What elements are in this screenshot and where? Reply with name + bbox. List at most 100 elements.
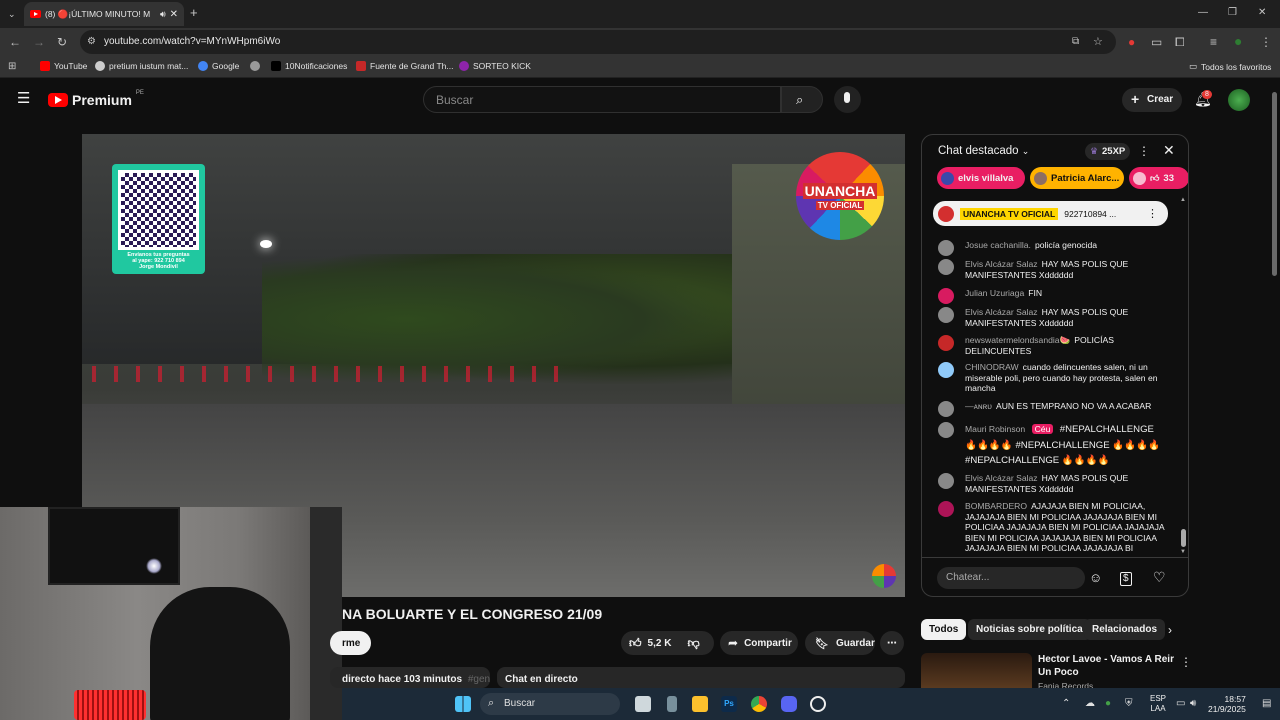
subscribe-button[interactable]: rme — [330, 631, 371, 655]
volume-icon[interactable]: 🔊︎ — [1190, 698, 1196, 709]
search-button[interactable]: ⌕ — [781, 86, 823, 113]
emoji-icon[interactable]: ☺ — [1089, 571, 1102, 584]
super-chat-ticker[interactable]: elvis villalva — [937, 167, 1025, 189]
app-icon[interactable] — [667, 696, 677, 712]
app-circle-icon[interactable] — [810, 696, 826, 712]
forward-icon[interactable]: → — [33, 36, 45, 48]
search-input[interactable]: Buscar — [423, 86, 781, 113]
super-chat-icon[interactable]: $ — [1120, 572, 1132, 586]
extension-card-icon[interactable]: ▭ — [1151, 36, 1162, 48]
create-button[interactable]: + Crear — [1122, 88, 1182, 112]
new-tab-icon[interactable]: + — [190, 6, 198, 19]
avatar — [938, 501, 954, 517]
task-view-icon[interactable] — [635, 696, 651, 712]
speaker-icon[interactable]: 🔊︎ — [160, 9, 166, 20]
extension-red-icon[interactable]: ● — [1128, 36, 1135, 48]
security-icon[interactable]: ⛨ — [1125, 698, 1133, 709]
super-chat-ticker[interactable]: 👍︎ 33 — [1129, 167, 1188, 189]
chat-message: Josue cachanilla. policía genocida — [938, 240, 1166, 256]
bookmark-pretium[interactable]: pretium iustum mat... — [95, 61, 188, 71]
chat-message: newswatermelondsandia🍉 POLICÍAS DELINCUEN… — [938, 335, 1166, 356]
site-info-icon[interactable]: ⚙︎ — [87, 36, 96, 48]
chat-message: CHINODRAW cuando delincuentes salen, ni u… — [938, 362, 1166, 394]
back-icon[interactable]: ← — [9, 36, 21, 48]
hashtag[interactable]: #gen — [468, 674, 490, 685]
bookmark-youtube[interactable]: YouTube — [40, 61, 87, 71]
plus-icon: + — [1131, 91, 1140, 107]
page-scrollbar[interactable] — [1272, 92, 1277, 276]
voice-search-button[interactable] — [834, 86, 861, 113]
extensions-puzzle-icon[interactable]: ⧠ — [1175, 36, 1185, 48]
bookmark-10notificaciones[interactable]: 10Notificaciones — [271, 61, 347, 71]
chrome-icon[interactable] — [751, 696, 767, 712]
discord-icon[interactable] — [781, 696, 797, 712]
bookmark-star-icon[interactable]: ☆ — [1093, 36, 1103, 48]
cast-icon[interactable]: ⧉ — [1072, 36, 1079, 48]
chip-relacionados[interactable]: Relacionados — [1084, 619, 1166, 640]
chip-todos[interactable]: Todos — [921, 619, 967, 640]
chevron-right-icon[interactable]: › — [1168, 624, 1172, 636]
bookmark-globe[interactable] — [250, 61, 260, 71]
live-chat-replay-box[interactable]: Chat en directo — [497, 667, 905, 688]
profile-avatar-icon[interactable]: ● — [1234, 34, 1242, 48]
chat-menu-icon[interactable]: ⋮ — [1138, 145, 1150, 157]
related-menu-icon[interactable]: ⋮ — [1180, 656, 1192, 668]
chip-noticias[interactable]: Noticias sobre política — [968, 619, 1091, 640]
photoshop-icon[interactable]: Ps — [721, 696, 737, 712]
address-bar[interactable]: ⚙︎ youtube.com/watch?v=MYnWHpm6iWo ⧉ ☆ — [80, 30, 1116, 54]
scroll-up-icon[interactable]: ▲ — [1180, 197, 1186, 203]
apps-grid-icon[interactable]: ⊞ — [8, 61, 16, 73]
restore-icon[interactable]: ❐ — [1228, 7, 1237, 19]
notification-center-icon[interactable]: ▤ — [1262, 698, 1271, 709]
chat-close-icon[interactable]: ✕ — [1163, 143, 1175, 157]
related-video-title[interactable]: Hector Lavoe - Vamos A Reir Un Poco — [1038, 653, 1176, 679]
chat-mode-dropdown[interactable]: Chat destacado ⌄ — [938, 145, 1029, 157]
clock[interactable]: 18:57 21/9/2025 — [1208, 694, 1246, 714]
xp-badge[interactable]: ♛ 25XP — [1085, 143, 1130, 160]
bookmark-sorteo-kick[interactable]: SORTEO KICK — [459, 61, 531, 71]
reload-icon[interactable]: ↻ — [57, 36, 67, 48]
onedrive-icon[interactable]: ☁︎ — [1085, 698, 1095, 709]
heart-icon[interactable]: ♡ — [1153, 570, 1166, 584]
globe-icon — [250, 61, 260, 71]
chevron-up-icon[interactable]: ⌃ — [1062, 698, 1070, 709]
like-button[interactable]: 👍︎ 5,2 K 👎︎ — [621, 631, 714, 655]
pinned-message[interactable]: UNANCHA TV OFICIAL 922710894 ... ⋮ — [933, 201, 1168, 226]
taskbar-search[interactable]: ⌕ Buscar — [480, 693, 620, 715]
xbox-icon[interactable]: ● — [1105, 698, 1111, 709]
bookmark-grand-theft[interactable]: Fuente de Grand Th... — [356, 61, 453, 71]
description-box[interactable]: directo hace 103 minutos #gen — [330, 667, 490, 688]
related-video-channel[interactable]: Fania Records — [1038, 681, 1093, 688]
browser-menu-icon[interactable]: ⋮ — [1260, 36, 1272, 48]
qr-code-icon — [118, 170, 199, 250]
chat-input[interactable]: Chatear... — [937, 567, 1085, 589]
save-button[interactable]: 🔖︎ Guardar — [805, 631, 875, 655]
dislike-icon[interactable]: 👎︎ — [687, 636, 699, 651]
tab-list-chevron-icon[interactable]: ⌄ — [8, 8, 16, 20]
minimize-icon[interactable]: — — [1198, 7, 1208, 19]
bookmark-google[interactable]: Google — [198, 61, 239, 71]
network-icon[interactable]: ▭ — [1176, 698, 1185, 709]
scroll-down-icon[interactable]: ▼ — [1180, 549, 1186, 555]
more-actions-button[interactable]: ⋯ — [880, 631, 904, 655]
avatar — [938, 288, 954, 304]
chat-scrollbar[interactable]: ▲ ▼ — [1180, 197, 1186, 555]
windows-start-icon[interactable] — [455, 696, 471, 712]
browser-tab[interactable]: (8) 🔴¡ÚLTIMO MINUTO! M 🔊︎ ✕ — [24, 2, 184, 26]
hamburger-menu-icon[interactable]: ☰ — [17, 91, 30, 106]
youtube-logo[interactable]: Premium PE — [48, 90, 144, 108]
bookmark-icon: 🔖︎ — [815, 637, 829, 650]
tab-close-icon[interactable]: ✕ — [170, 9, 178, 20]
language-indicator[interactable]: ESP LAA — [1150, 694, 1166, 714]
yape-qr-overlay: Envíanos tus preguntas al yape: 922 710 … — [112, 164, 205, 274]
all-bookmarks[interactable]: ▭ Todos los favoritos — [1189, 61, 1271, 72]
channel-watermark-icon[interactable] — [872, 564, 896, 588]
pinned-menu-icon[interactable]: ⋮ — [1147, 207, 1158, 220]
share-button[interactable]: ➦ Compartir — [720, 631, 798, 655]
file-explorer-icon[interactable] — [692, 696, 708, 712]
close-window-icon[interactable]: ✕ — [1258, 7, 1266, 19]
account-avatar[interactable] — [1228, 89, 1250, 111]
super-chat-ticker[interactable]: Patricia Alarc... — [1030, 167, 1124, 189]
reading-list-icon[interactable]: ≡ — [1210, 36, 1217, 48]
related-video-thumbnail[interactable] — [921, 653, 1032, 688]
